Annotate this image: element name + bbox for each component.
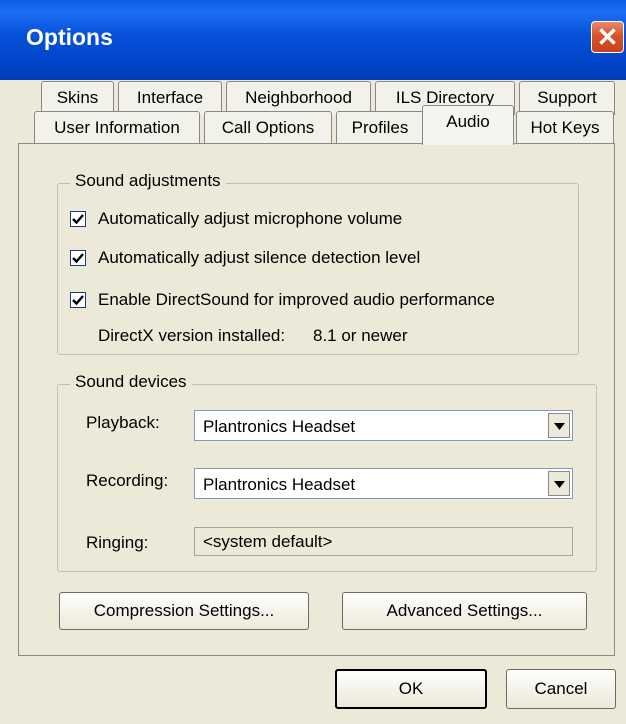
checkmark-icon [72,253,84,264]
tab-support[interactable]: Support [519,81,615,115]
recording-dropdown-button[interactable] [548,471,570,496]
tab-neighborhood[interactable]: Neighborhood [226,81,371,115]
tab-label: User Information [54,118,180,137]
ringing-device-field: <system default> [194,527,573,556]
recording-selected-value: Plantronics Headset [203,475,356,494]
tab-label: Skins [56,88,99,107]
tab-label: Profiles [351,118,409,137]
sound-adjustments-group: Sound adjustments Automatically adjust m… [57,171,579,355]
enable-directsound-checkbox[interactable] [70,292,86,308]
window-title: Options [26,24,113,50]
tab-profiles[interactable]: Profiles [336,111,424,144]
button-label: Advanced Settings... [386,601,543,620]
title-bar: Options ✕ [0,0,626,80]
group-legend: Sound devices [70,372,192,392]
tab-interface[interactable]: Interface [118,81,222,115]
tab-label: Call Options [221,118,315,137]
ok-button[interactable]: OK [335,669,487,709]
group-legend: Sound adjustments [70,171,226,191]
chevron-down-icon [554,423,565,430]
tab-label: Interface [136,88,204,107]
playback-label: Playback: [86,413,160,432]
playback-dropdown-button[interactable] [548,413,570,438]
directx-version-label: DirectX version installed: [98,326,286,345]
audio-tab-panel: Sound adjustments Automatically adjust m… [18,143,615,656]
checkbox-label: Automatically adjust silence detection l… [98,248,421,267]
tab-hot-keys[interactable]: Hot Keys [516,111,614,144]
compression-settings-button[interactable]: Compression Settings... [59,592,309,630]
checkmark-icon [72,295,84,306]
chevron-down-icon [554,481,565,488]
button-label: Compression Settings... [93,601,275,620]
ringing-value: <system default> [203,532,333,551]
playback-device-select[interactable]: Plantronics Headset [194,410,573,441]
checkbox-label: Automatically adjust microphone volume [98,209,403,228]
advanced-settings-button[interactable]: Advanced Settings... [342,592,587,630]
auto-mic-volume-checkbox[interactable] [70,211,86,227]
recording-device-select[interactable]: Plantronics Headset [194,468,573,499]
button-label: OK [398,679,424,698]
auto-silence-detection-checkbox[interactable] [70,250,86,266]
tab-label: Audio [446,112,490,131]
playback-selected-value: Plantronics Headset [203,417,356,436]
tab-skins[interactable]: Skins [41,81,114,115]
tab-audio[interactable]: Audio [422,105,514,145]
tab-label: Neighborhood [245,88,352,107]
tab-user-information[interactable]: User Information [34,111,200,144]
tab-call-options[interactable]: Call Options [204,111,332,144]
close-icon: ✕ [596,22,619,52]
cancel-button[interactable]: Cancel [506,669,616,709]
directx-version-value: 8.1 or newer [313,326,408,345]
checkbox-label: Enable DirectSound for improved audio pe… [98,290,495,309]
tab-label: Hot Keys [530,118,600,137]
checkmark-icon [72,214,84,225]
button-label: Cancel [534,679,588,698]
close-button[interactable]: ✕ [591,21,624,53]
tab-label: Support [537,88,597,107]
recording-label: Recording: [86,471,169,490]
sound-devices-group: Sound devices Playback: Plantronics Head… [57,372,597,572]
ringing-label: Ringing: [86,533,149,552]
